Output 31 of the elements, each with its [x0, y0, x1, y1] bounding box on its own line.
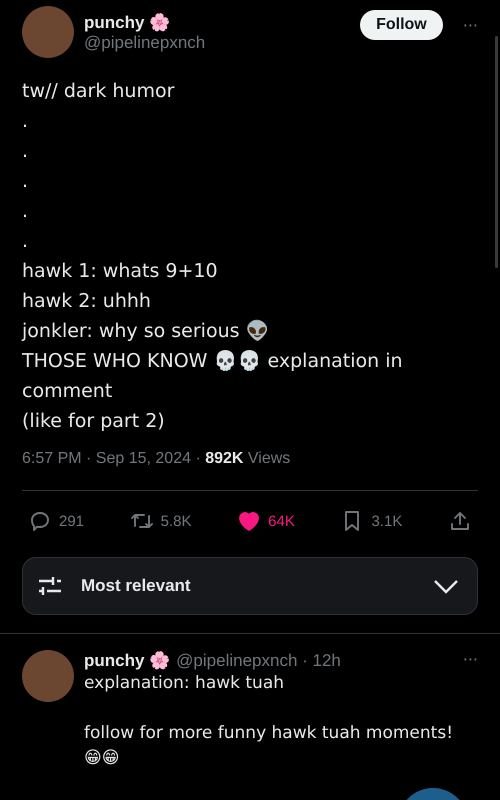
bookmark-button[interactable]: 3.1K: [340, 509, 402, 533]
post-text-line: .: [22, 169, 30, 194]
more-button[interactable]: ···: [462, 16, 478, 35]
sort-dropdown[interactable]: Most relevant: [22, 557, 478, 615]
follow-button[interactable]: Follow: [360, 10, 443, 40]
scrollbar[interactable]: [495, 36, 498, 268]
post-text-line: .: [22, 229, 30, 254]
reply-text: explanation: hawk tuah follow for more funny hawk tuah moments! 😁😁: [84, 672, 454, 770]
repost-button[interactable]: 5.8K: [130, 509, 192, 533]
author-handle[interactable]: @pipelinepxnch · 12h: [176, 651, 447, 671]
post-text-line: THOSE WHO KNOW 💀💀 explanation in comment: [22, 349, 404, 404]
post-text-line: .: [22, 139, 30, 164]
author-name[interactable]: punchy 🌸: [84, 650, 170, 671]
post-text-line: tw// dark humor: [22, 79, 176, 104]
chevron-down-icon: [433, 578, 459, 594]
post-text-line: jonkler: why so serious 👽: [22, 319, 271, 344]
post-text-line: hawk 1: whats 9+10: [22, 259, 219, 284]
post-timestamp: 6:57 PM · Sep 15, 2024 · 892K Views: [21, 449, 292, 468]
avatar[interactable]: [22, 650, 74, 702]
heart-icon: [237, 509, 262, 533]
avatar[interactable]: [22, 6, 74, 58]
post-text-line: hawk 2: uhhh: [22, 289, 152, 314]
post-text-line: .: [22, 199, 30, 224]
reply-button[interactable]: 291: [28, 509, 84, 533]
reply-icon: [28, 509, 52, 533]
more-button[interactable]: ···: [462, 650, 478, 669]
like-button[interactable]: 64K: [237, 509, 295, 533]
author-handle[interactable]: @pipelinepxnch: [84, 32, 350, 52]
post-text-line: (like for part 2): [22, 409, 166, 434]
author-name[interactable]: punchy 🌸: [84, 12, 350, 32]
post-text-line: .: [22, 109, 30, 134]
